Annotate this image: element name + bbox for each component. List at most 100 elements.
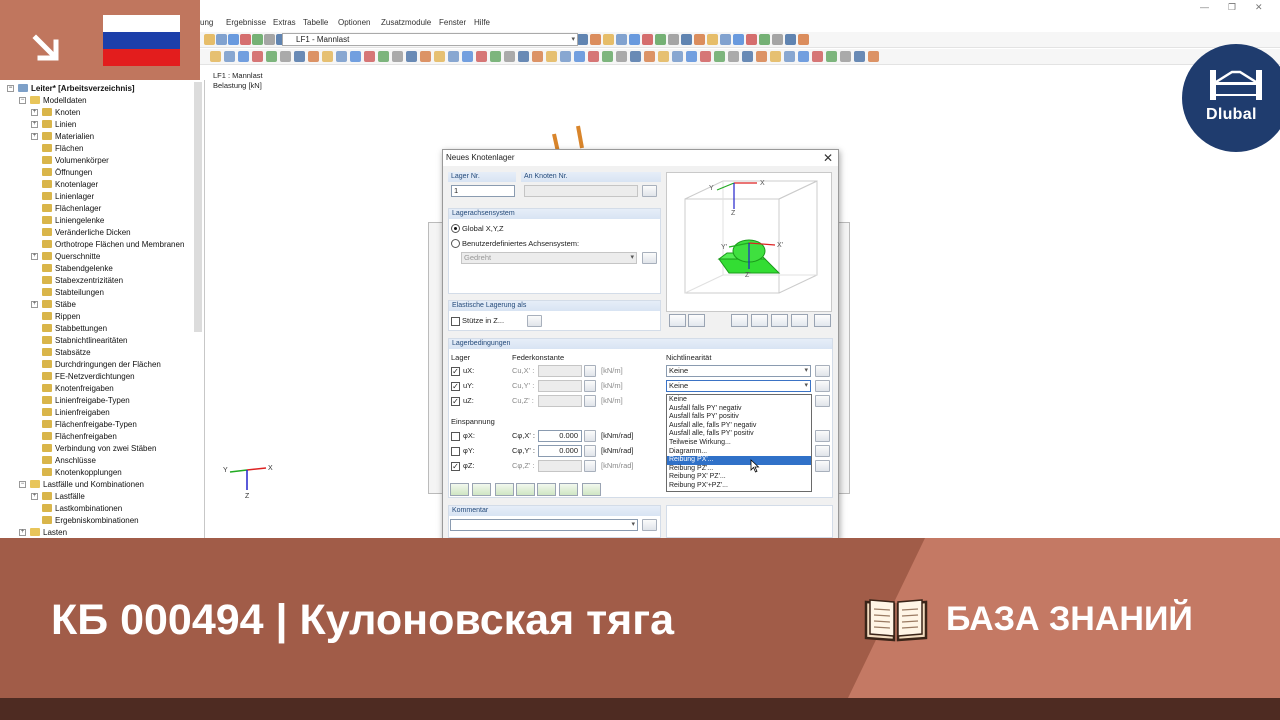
tree-item[interactable]: Veränderliche Dicken [42, 227, 131, 239]
toolbar-button[interactable] [784, 51, 795, 62]
toolbar-button[interactable] [603, 34, 614, 45]
rotation-dof-checkbox[interactable] [451, 432, 460, 441]
toolbar-button[interactable] [770, 51, 781, 62]
spring-edit-button[interactable] [584, 430, 596, 442]
toolbar-button[interactable] [630, 51, 641, 62]
dropdown-option[interactable]: Ausfall falls PY' negativ [667, 405, 811, 414]
toolbar-button[interactable] [308, 51, 319, 62]
tree-item[interactable]: + Stäbe [31, 299, 76, 311]
tree-item[interactable]: Stabnichtlinearitäten [42, 335, 128, 347]
toolbar-button[interactable] [728, 51, 739, 62]
toolbar-button[interactable] [742, 51, 753, 62]
toolbar-button[interactable] [868, 51, 879, 62]
support-dof-checkbox[interactable]: ✓ [451, 382, 460, 391]
restrained-support-button[interactable] [559, 483, 578, 496]
toolbar-button[interactable] [826, 51, 837, 62]
column-settings-button[interactable] [527, 315, 542, 327]
toolbar-button[interactable] [240, 34, 251, 45]
spring-constant-input[interactable] [538, 395, 582, 407]
toolbar-button[interactable] [629, 34, 640, 45]
toolbar-button[interactable] [252, 34, 263, 45]
nonlinearity-edit-button[interactable] [815, 395, 830, 407]
toolbar-button[interactable] [700, 51, 711, 62]
spring-edit-button[interactable] [584, 445, 596, 457]
toolbar-button[interactable] [294, 51, 305, 62]
tree-item[interactable]: Knotenfreigaben [42, 383, 114, 395]
support-dof-checkbox[interactable]: ✓ [451, 367, 460, 376]
tree-item[interactable]: Stabbettungen [42, 323, 107, 335]
toolbar-button[interactable] [588, 51, 599, 62]
toolbar-button[interactable] [668, 34, 679, 45]
free-support-button[interactable] [537, 483, 556, 496]
spring-constant-input[interactable] [538, 380, 582, 392]
nonlinearity-edit-button[interactable] [815, 430, 830, 442]
tree-item[interactable]: Flächenfreigabe-Typen [42, 419, 137, 431]
tree-item[interactable]: − Lastfälle und Kombinationen [19, 479, 144, 491]
reset-support-button[interactable] [582, 483, 601, 496]
menu-item-2[interactable]: Extras [273, 18, 296, 27]
view-y-button[interactable] [751, 314, 768, 327]
toolbar-button[interactable] [560, 51, 571, 62]
expand-icon[interactable]: − [19, 97, 26, 104]
pick-node-button[interactable] [642, 185, 657, 197]
expand-icon[interactable]: + [31, 133, 38, 140]
column-in-z-checkbox[interactable] [451, 317, 460, 326]
navigator-scrollbar[interactable] [194, 82, 202, 332]
tree-item[interactable]: − Modelldaten [19, 95, 87, 107]
support-number-input[interactable]: 1 [451, 185, 515, 197]
tree-item[interactable]: Lastkombinationen [42, 503, 122, 515]
load-case-select[interactable]: LF1 - Mannlast ▾ [282, 33, 578, 46]
menu-item-4[interactable]: Optionen [338, 18, 370, 27]
expand-icon[interactable]: + [31, 493, 38, 500]
tree-item[interactable]: Stabteilungen [42, 287, 104, 299]
nonlinearity-dropdown-list[interactable]: Keine Ausfall falls PY' negativ Ausfall fa… [666, 394, 812, 492]
toolbar-button[interactable] [546, 51, 557, 62]
toolbar-button[interactable] [798, 34, 809, 45]
view-select-button[interactable] [669, 314, 686, 327]
support-dof-checkbox[interactable]: ✓ [451, 397, 460, 406]
tree-item[interactable]: Anschlüsse [42, 455, 96, 467]
dropdown-option[interactable]: Reibung PX' PZ'... [667, 473, 811, 482]
toolbar-button[interactable] [574, 51, 585, 62]
expand-icon[interactable]: + [19, 529, 26, 536]
toolbar-button[interactable] [756, 51, 767, 62]
toolbar-button[interactable] [854, 51, 865, 62]
menu-item-3[interactable]: Tabelle [303, 18, 328, 27]
toolbar-button[interactable] [434, 51, 445, 62]
nonlinearity-select[interactable]: Keine ▾ [666, 380, 811, 392]
toolbar-button[interactable] [733, 34, 744, 45]
comment-input[interactable]: ▾ [450, 519, 638, 531]
toolbar-button[interactable] [616, 51, 627, 62]
view-x-button[interactable] [731, 314, 748, 327]
nonlinearity-edit-button[interactable] [815, 460, 830, 472]
toolbar-button[interactable] [658, 51, 669, 62]
toolbar-button[interactable] [518, 51, 529, 62]
toolbar-button[interactable] [686, 51, 697, 62]
toolbar-button[interactable] [602, 51, 613, 62]
toolbar-button[interactable] [672, 51, 683, 62]
toolbar-button[interactable] [785, 34, 796, 45]
tree-item[interactable]: FE-Netzverdichtungen [42, 371, 135, 383]
toolbar-button[interactable] [532, 51, 543, 62]
hinged-support-button[interactable] [450, 483, 469, 496]
toolbar-button[interactable] [364, 51, 375, 62]
expand-icon[interactable]: − [19, 481, 26, 488]
toolbar-button[interactable] [238, 51, 249, 62]
tree-item[interactable]: Stabexzentrizitäten [42, 275, 123, 287]
dropdown-option[interactable]: Ausfall alle, falls PY' negativ [667, 422, 811, 431]
toolbar-button[interactable] [350, 51, 361, 62]
tree-item[interactable]: Linienlager [42, 191, 94, 203]
spring-edit-button[interactable] [584, 365, 596, 377]
tree-item[interactable]: Knotenlager [42, 179, 98, 191]
toolbar-button[interactable] [252, 51, 263, 62]
toolbar-button[interactable] [681, 34, 692, 45]
toolbar-button[interactable] [228, 34, 239, 45]
roller-support-button[interactable] [495, 483, 514, 496]
toolbar-button[interactable] [746, 34, 757, 45]
toolbar-button[interactable] [322, 51, 333, 62]
tree-item[interactable]: Ergebniskombinationen [42, 515, 139, 527]
toolbar-button[interactable] [590, 34, 601, 45]
menu-item-7[interactable]: Hilfe [474, 18, 490, 27]
dropdown-option[interactable]: Reibung PX'+PZ'... [667, 482, 811, 491]
user-axis-radio[interactable] [451, 239, 460, 248]
